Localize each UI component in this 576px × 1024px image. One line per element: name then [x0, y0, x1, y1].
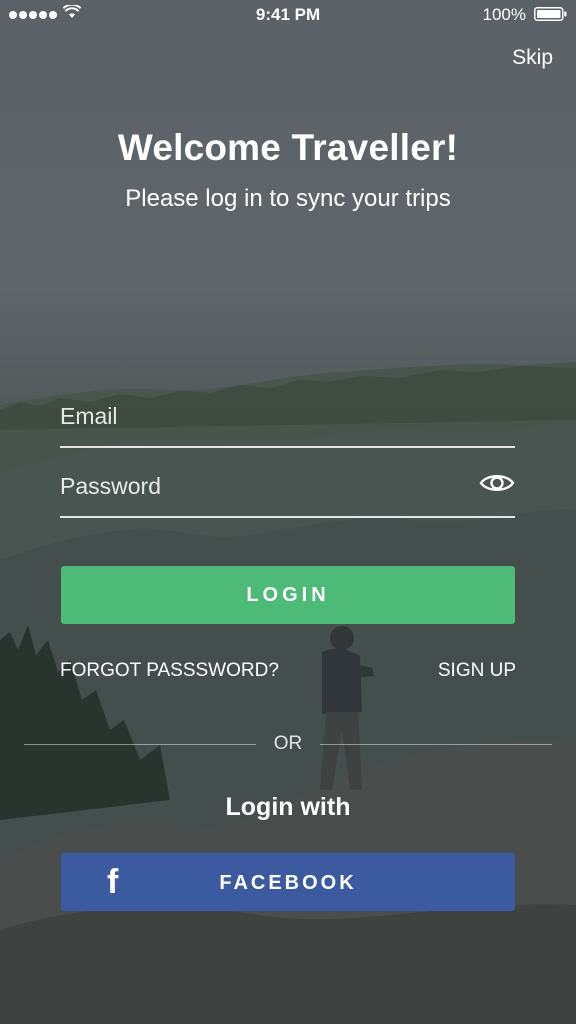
password-field-container	[60, 466, 515, 518]
battery-icon	[534, 7, 567, 21]
skip-button[interactable]: Skip	[512, 46, 553, 70]
email-input[interactable]	[60, 396, 515, 436]
show-password-eye-icon[interactable]	[479, 470, 515, 496]
email-field-container	[60, 396, 515, 448]
login-with-label: Login with	[225, 793, 351, 821]
welcome-title: Welcome Traveller!	[117, 127, 459, 168]
battery-percentage: 100%	[482, 5, 526, 24]
forgot-password-link[interactable]: FORGOT PASSSWORD?	[60, 660, 279, 682]
status-bar: 9:41 PM 100%	[0, 0, 576, 30]
login-button[interactable]: LOGIN	[61, 566, 515, 624]
sign-up-link[interactable]: SIGN UP	[438, 660, 516, 682]
facebook-login-button[interactable]: f FACEBOOK	[61, 853, 515, 911]
divider-right	[320, 744, 552, 745]
password-input[interactable]	[60, 466, 515, 506]
facebook-button-label: FACEBOOK	[219, 872, 357, 894]
welcome-subtitle: Please log in to sync your trips	[125, 185, 451, 212]
login-screen: 9:41 PM 100% Skip Welcome Traveller! Ple…	[0, 0, 576, 1024]
